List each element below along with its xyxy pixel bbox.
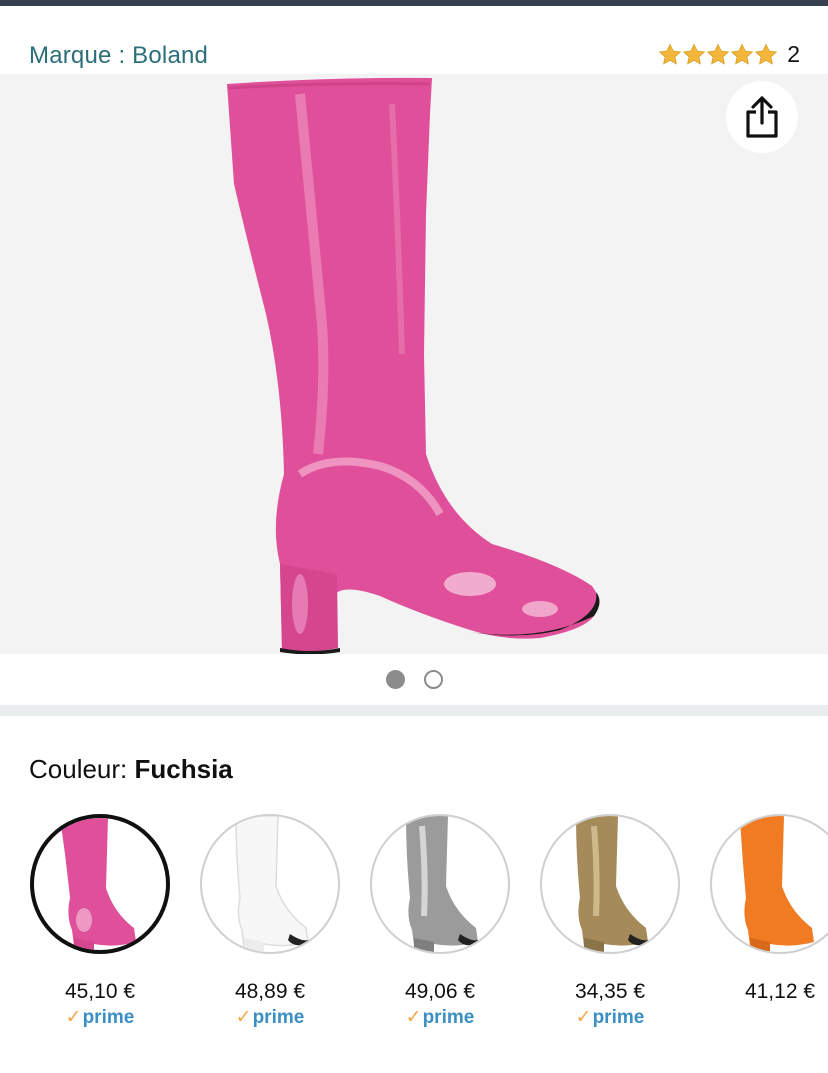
section-divider [0,705,828,716]
color-swatch-fuchsia[interactable]: 45,10 € ✓ prime [30,814,170,1029]
color-swatch-orange[interactable]: 41,12 € [710,814,828,1004]
pagination-dot-active[interactable] [385,670,405,689]
swatch-image [540,814,680,954]
swatch-image [710,814,828,954]
product-image [227,77,600,654]
star-icon [754,43,778,65]
swatch-price: 34,35 € [574,980,646,1003]
star-rating [658,43,778,67]
prime-badge: ✓ prime [575,1006,645,1029]
color-swatch-gold[interactable]: 34,35 € ✓ prime [540,814,680,1029]
selected-color-name: Fuchsia [134,754,233,784]
swatch-price: 45,10 € [64,980,136,1003]
brand-rating-row: Marque : Boland 2 [0,38,828,74]
product-image-gallery[interactable] [0,74,828,654]
top-status-bar [0,0,828,6]
share-button[interactable] [726,81,798,153]
prime-check-icon: ✓ [235,1007,252,1028]
star-icon [658,43,682,65]
star-icon [730,43,754,65]
prime-check-icon: ✓ [405,1007,422,1028]
color-label-prefix: Couleur: [29,754,128,784]
swatch-price: 41,12 € [744,980,816,1003]
rating-count: 2 [787,41,800,67]
star-icon [706,43,730,65]
swatch-image [30,814,170,954]
share-icon [746,96,778,138]
prime-check-icon: ✓ [575,1007,592,1028]
color-swatch-list: 45,10 € ✓ prime 48,89 € ✓ prime 49,06 € ✓ p… [0,814,828,1054]
swatch-image [370,814,510,954]
brand-link[interactable]: Marque : Boland [29,42,208,70]
color-selection-label: Couleur: Fuchsia [29,754,233,785]
prime-check-icon: ✓ [65,1007,82,1028]
color-swatch-white[interactable]: 48,89 € ✓ prime [200,814,340,1029]
swatch-price: 49,06 € [404,980,476,1003]
swatch-image [200,814,340,954]
prime-badge: ✓ prime [405,1006,475,1029]
color-swatch-silver[interactable]: 49,06 € ✓ prime [370,814,510,1029]
star-icon [682,43,706,65]
rating-summary[interactable]: 2 [658,41,800,68]
prime-badge: ✓ prime [235,1006,305,1029]
pagination-dot[interactable] [423,670,443,689]
swatch-price: 48,89 € [234,980,306,1003]
prime-badge: ✓ prime [65,1006,135,1029]
gallery-pagination [0,670,828,690]
